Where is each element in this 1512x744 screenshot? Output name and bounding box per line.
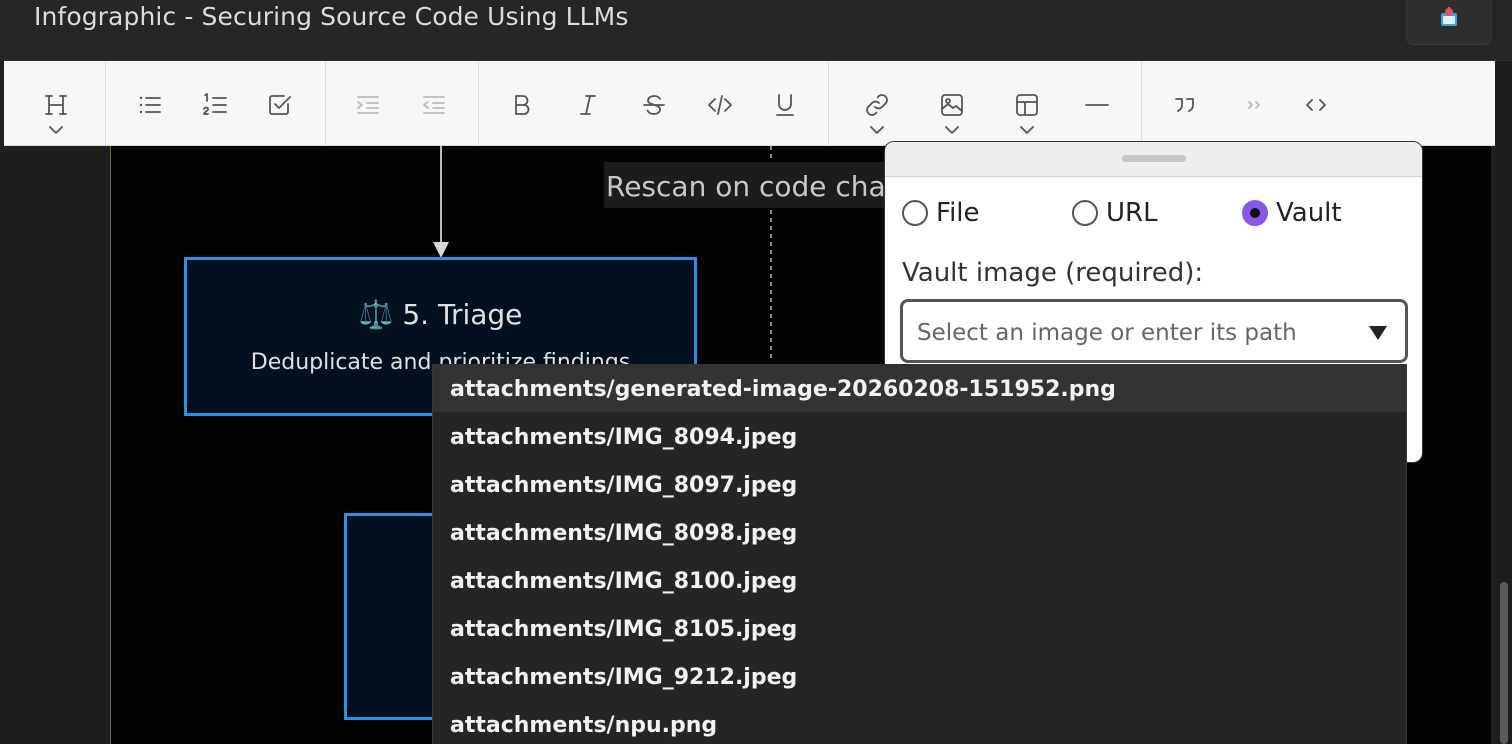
link-icon <box>866 94 888 116</box>
strikethrough-button[interactable] <box>636 87 672 123</box>
outdent-icon <box>423 96 445 114</box>
image-button[interactable] <box>934 87 970 123</box>
image-dropdown-chevron-icon[interactable] <box>944 125 960 135</box>
dialog-drag-handle[interactable] <box>885 142 1422 177</box>
bulleted-list-button[interactable] <box>132 87 168 123</box>
radio-url-icon <box>1072 200 1098 226</box>
source-radio-url[interactable]: URL <box>1072 193 1158 233</box>
vault-image-label: Vault image (required): <box>902 258 1204 288</box>
bold-button[interactable] <box>504 87 540 123</box>
angle-brackets-icon <box>1306 99 1326 111</box>
numbered-list-button[interactable] <box>197 87 233 123</box>
radio-vault-checked-icon <box>1242 200 1268 226</box>
code-block-button[interactable] <box>1298 87 1334 123</box>
triage-node-label: 5. Triage <box>402 298 523 331</box>
checklist-button[interactable] <box>262 87 298 123</box>
italic-button[interactable] <box>570 87 606 123</box>
flow-arrow-head <box>433 242 449 258</box>
table-dropdown-chevron-icon[interactable] <box>1019 125 1035 135</box>
italic-icon <box>580 95 596 115</box>
toolbar-divider <box>325 61 326 145</box>
editor-toolbar <box>4 61 1495 146</box>
plugin-button[interactable] <box>1406 0 1492 45</box>
strikethrough-icon <box>643 95 665 115</box>
radio-file-icon <box>902 200 928 226</box>
option-item[interactable]: attachments/npu.png <box>433 700 1406 744</box>
underline-button[interactable] <box>767 87 803 123</box>
numbered-list-icon <box>203 93 227 115</box>
source-label-vault: Vault <box>1276 198 1342 228</box>
horizontal-rule-icon <box>1085 104 1109 106</box>
source-label-url: URL <box>1106 198 1158 228</box>
underline-icon <box>776 94 794 116</box>
bulleted-list-icon <box>139 96 161 114</box>
table-icon <box>1016 94 1038 116</box>
toolbar-divider <box>478 61 479 145</box>
image-icon <box>941 94 963 116</box>
option-item[interactable]: attachments/IMG_8100.jpeg <box>433 556 1406 604</box>
image-options-list: attachments/generated-image-20260208-151… <box>432 364 1407 744</box>
indent-button[interactable] <box>350 87 386 123</box>
indent-icon <box>357 96 379 114</box>
double-chevron-right-icon <box>1248 101 1260 109</box>
source-label-file: File <box>936 198 980 228</box>
scales-icon: ⚖️ <box>358 298 394 331</box>
footnote-button[interactable] <box>1237 87 1273 123</box>
plugin-icon <box>1441 7 1457 26</box>
option-item[interactable]: attachments/IMG_8097.jpeg <box>433 460 1406 508</box>
triage-node-title: ⚖️ 5. Triage <box>187 298 694 331</box>
rescan-label: Rescan on code cha <box>604 162 890 208</box>
code-icon <box>708 95 732 115</box>
toolbar-divider <box>105 61 106 145</box>
option-item[interactable]: attachments/IMG_8098.jpeg <box>433 508 1406 556</box>
outdent-button[interactable] <box>416 87 452 123</box>
select-placeholder: Select an image or enter its path <box>917 320 1297 346</box>
option-item[interactable]: attachments/IMG_9212.jpeg <box>433 652 1406 700</box>
source-radio-vault[interactable]: Vault <box>1242 193 1342 233</box>
quote-icon <box>1175 98 1194 112</box>
table-button[interactable] <box>1009 87 1045 123</box>
inline-code-button[interactable] <box>702 87 738 123</box>
toolbar-divider <box>828 61 829 145</box>
checkbox-icon <box>269 95 291 115</box>
horizontal-rule-button[interactable] <box>1079 87 1115 123</box>
option-item[interactable]: attachments/IMG_8105.jpeg <box>433 604 1406 652</box>
bold-icon <box>515 95 530 115</box>
dropdown-arrow-icon[interactable] <box>1369 326 1387 340</box>
link-dropdown-chevron-icon[interactable] <box>869 125 885 135</box>
toolbar-divider <box>1141 61 1142 145</box>
option-item[interactable]: attachments/generated-image-20260208-151… <box>433 364 1406 412</box>
heading-icon <box>45 95 67 115</box>
title-bar: Infographic - Securing Source Code Using… <box>0 0 1512 61</box>
heading-button[interactable] <box>38 87 74 123</box>
option-item[interactable]: attachments/IMG_8094.jpeg <box>433 412 1406 460</box>
blockquote-button[interactable] <box>1167 87 1203 123</box>
heading-dropdown-chevron-icon[interactable] <box>48 125 64 135</box>
grip-icon <box>1122 155 1186 162</box>
vertical-scrollbar[interactable] <box>1500 582 1508 744</box>
link-button[interactable] <box>859 87 895 123</box>
window-title: Infographic - Securing Source Code Using… <box>34 2 629 31</box>
source-radio-file[interactable]: File <box>902 193 980 233</box>
vault-image-select[interactable]: Select an image or enter its path <box>900 299 1408 363</box>
